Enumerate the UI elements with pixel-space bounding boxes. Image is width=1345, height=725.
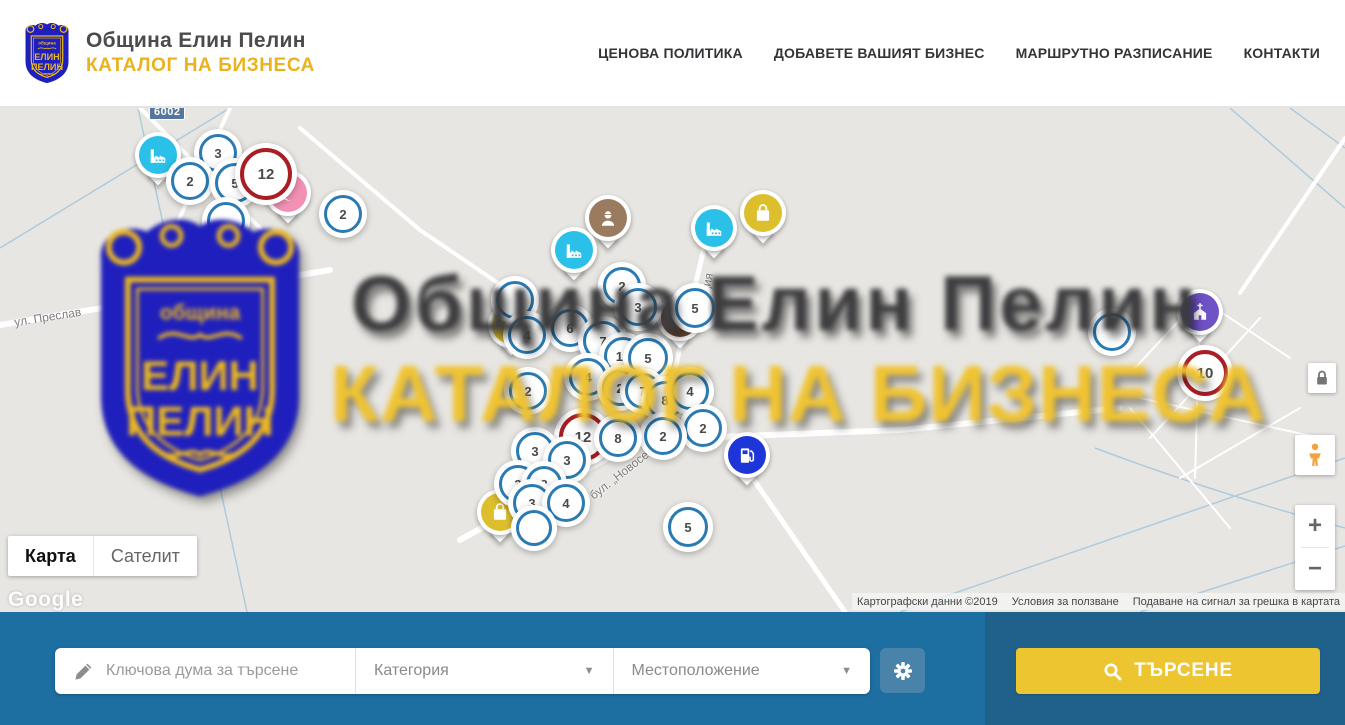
- cluster-marker[interactable]: [496, 281, 534, 319]
- church-pin-marker[interactable]: [1177, 289, 1223, 335]
- pencil-icon: [74, 662, 93, 681]
- cluster-marker[interactable]: 4: [508, 316, 546, 354]
- road-number-badge: 6002: [149, 108, 185, 120]
- keyword-search-input[interactable]: [106, 662, 336, 680]
- brand[interactable]: община ЕЛИН ПЕЛИН Община Елин Пелин КАТА…: [22, 22, 315, 84]
- keyword-field-wrap: [55, 648, 355, 694]
- location-dropdown[interactable]: Местоположение ▼: [613, 648, 871, 694]
- header: община ЕЛИН ПЕЛИН Община Елин Пелин КАТА…: [0, 0, 1345, 108]
- cluster-marker[interactable]: 8: [599, 419, 637, 457]
- pin-head: [724, 432, 770, 478]
- location-dropdown-label: Местоположение: [632, 662, 760, 680]
- cluster-marker[interactable]: 2: [324, 195, 362, 233]
- crest-line2-text: ПЕЛИН: [31, 62, 63, 72]
- factory-pin-marker[interactable]: [691, 205, 737, 251]
- site-title: Община Елин Пелин: [86, 29, 315, 53]
- cluster-marker[interactable]: 12: [240, 148, 292, 200]
- cluster-marker[interactable]: 5: [675, 288, 715, 328]
- nav-item[interactable]: МАРШРУТНО РАЗПИСАНИЕ: [1016, 45, 1213, 61]
- pin-head: [691, 205, 737, 251]
- factory-icon: [139, 136, 177, 174]
- cluster-marker[interactable]: 5: [628, 338, 668, 378]
- chevron-down-icon: ▼: [841, 665, 852, 677]
- crest-top-text: община: [38, 40, 56, 46]
- cluster-marker[interactable]: 10: [1182, 350, 1228, 396]
- cluster-marker[interactable]: 2: [509, 372, 547, 410]
- lock-icon: [1314, 369, 1330, 387]
- factory-icon: [555, 231, 593, 269]
- pegman-streetview-control[interactable]: [1295, 435, 1335, 475]
- factory-icon: [695, 209, 733, 247]
- crest-line1-text: ЕЛИН: [34, 52, 60, 62]
- fuel-station-icon: [728, 436, 766, 474]
- cluster-marker[interactable]: 2: [644, 417, 682, 455]
- cluster-marker[interactable]: 4: [671, 372, 709, 410]
- attribution-link[interactable]: Условия за ползване: [1012, 596, 1119, 608]
- search-button-label: ТЪРСЕНЕ: [1134, 660, 1233, 682]
- google-logo[interactable]: Google: [8, 588, 83, 612]
- lock-button[interactable]: [1308, 363, 1336, 393]
- category-dropdown[interactable]: Категория ▼: [355, 648, 613, 694]
- attribution-copyright: Картографски данни ©2019: [857, 596, 998, 608]
- map-view-button[interactable]: Карта: [8, 536, 93, 576]
- church-icon: [1181, 293, 1219, 331]
- search-fields-group: Категория ▼ Местоположение ▼: [55, 648, 870, 694]
- zoom-out-button[interactable]: −: [1295, 548, 1335, 590]
- zoom-control: + −: [1295, 505, 1335, 590]
- gear-icon: [892, 660, 914, 682]
- factory-pin-marker[interactable]: [551, 227, 597, 273]
- search-button[interactable]: ТЪРСЕНЕ: [1016, 648, 1320, 694]
- nav-item[interactable]: ЦЕНОВА ПОЛИТИКА: [598, 45, 743, 61]
- map-attribution: Картографски данни ©2019 Условия за ползв…: [852, 593, 1345, 610]
- attribution-link[interactable]: Подаване на сигнал за грешка в картата: [1133, 596, 1340, 608]
- search-icon: [1103, 662, 1122, 681]
- cluster-marker[interactable]: 2: [171, 162, 209, 200]
- cluster-marker[interactable]: [1093, 313, 1131, 351]
- advanced-settings-button[interactable]: [880, 648, 925, 693]
- pegman-icon: [1304, 443, 1326, 467]
- map-type-control: Карта Сателит: [8, 536, 197, 576]
- search-bar: Категория ▼ Местоположение ▼: [0, 612, 1345, 725]
- pin-head: [551, 227, 597, 273]
- municipality-crest-logo: община ЕЛИН ПЕЛИН: [22, 22, 72, 84]
- cluster-marker[interactable]: 3: [619, 288, 657, 326]
- pin-head: [1177, 289, 1223, 335]
- zoom-in-button[interactable]: +: [1295, 505, 1335, 547]
- cluster-marker[interactable]: [516, 510, 552, 546]
- nav-item[interactable]: КОНТАКТИ: [1244, 45, 1320, 61]
- shopping-bag-icon: [744, 194, 782, 232]
- cluster-marker[interactable]: 5: [668, 507, 708, 547]
- page: община ЕЛИН ПЕЛИН Община Елин Пелин КАТА…: [0, 0, 1345, 725]
- map-canvas[interactable]: ул. Преславбул. „Новоселция 6002 3251222…: [0, 108, 1345, 612]
- cluster-marker[interactable]: 2: [684, 409, 722, 447]
- site-subtitle: КАТАЛОГ НА БИЗНЕСА: [86, 55, 315, 77]
- pin-head: [740, 190, 786, 236]
- shopping-bag-pin-marker[interactable]: [740, 190, 786, 236]
- chevron-down-icon: ▼: [584, 665, 595, 677]
- cluster-marker[interactable]: [207, 202, 245, 240]
- brand-text: Община Елин Пелин КАТАЛОГ НА БИЗНЕСА: [86, 29, 315, 77]
- satellite-view-button[interactable]: Сателит: [93, 536, 197, 576]
- cluster-marker[interactable]: 4: [547, 484, 585, 522]
- main-nav: ЦЕНОВА ПОЛИТИКА ДОБАВЕТЕ ВАШИЯТ БИЗНЕС МАР…: [598, 45, 1320, 61]
- category-dropdown-label: Категория: [374, 662, 449, 680]
- fuel-station-pin-marker[interactable]: [724, 432, 770, 478]
- nav-item[interactable]: ДОБАВЕТЕ ВАШИЯТ БИЗНЕС: [774, 45, 985, 61]
